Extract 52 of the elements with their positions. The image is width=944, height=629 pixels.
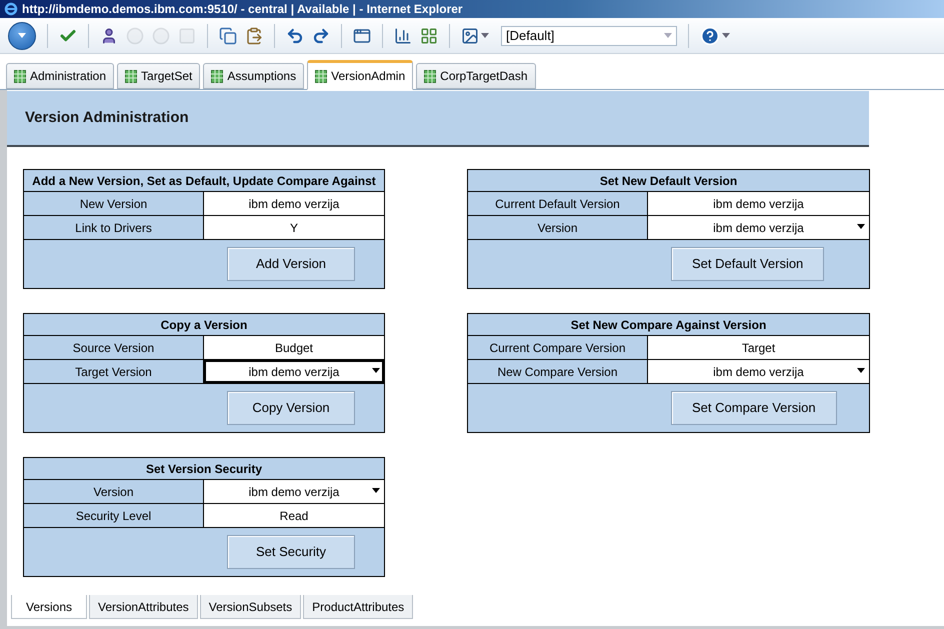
caret-icon [722,33,730,38]
dropdown-arrow-icon [372,368,380,373]
tab[interactable]: Assumptions [203,63,304,89]
caret-icon [664,33,672,38]
help-dropdown-button[interactable] [700,26,730,46]
dropdown-field[interactable]: ibm demo verzija [648,216,869,239]
view-select[interactable]: [Default] [501,26,677,46]
value-field[interactable]: Y [204,216,384,239]
sheet-tab[interactable]: Versions [11,595,88,619]
window-icon[interactable] [353,26,371,44]
sheet-tab[interactable]: VersionAttributes [89,595,198,619]
image-dropdown-button[interactable] [461,26,489,44]
copy-icon[interactable] [219,26,237,44]
value-field[interactable]: Target [648,336,869,359]
tab[interactable]: TargetSet [117,63,200,89]
dropdown-field[interactable]: ibm demo verzija [204,480,384,503]
dropdown-arrow-icon [372,488,380,493]
sheet-icon [315,70,328,82]
sheet-tab[interactable]: ProductAttributes [303,595,414,619]
action-button[interactable]: Add Version [227,247,355,281]
sheet-icon [125,70,138,82]
sheet-icon [211,70,224,82]
tab[interactable]: Administration [6,63,114,89]
redo-icon[interactable] [312,26,330,44]
value-field[interactable]: Read [204,504,384,527]
dropdown-arrow-icon [857,368,865,373]
menu-button[interactable] [8,22,36,50]
dropdown-field[interactable]: ibm demo verzija [204,360,384,383]
sheet-icon [424,70,436,82]
browser-logo-icon [4,2,18,16]
caret-icon [18,33,26,38]
action-button[interactable]: Set Security [227,535,355,569]
sheet-icon [14,70,26,82]
value-field[interactable]: ibm demo verzija [648,192,869,215]
undo-icon[interactable] [286,26,304,44]
tab[interactable]: VersionAdmin [307,60,414,90]
page-title: Version Administration [25,108,189,128]
window-title: http://ibmdemo.demos.ibm.com:9510/ - central | Available | - Internet Explorer [22,1,463,18]
action-button[interactable]: Set Default Version [671,247,824,281]
action-button[interactable]: Copy Version [227,391,355,425]
grid-icon[interactable] [420,26,438,44]
dropdown-arrow-icon [857,224,865,229]
dropdown-field[interactable]: ibm demo verzija [648,360,869,383]
value-field[interactable]: Budget [204,336,384,359]
value-field[interactable]: ibm demo verzija [204,192,384,215]
sheet-tab[interactable]: VersionSubsets [200,595,302,619]
tab[interactable]: CorpTargetDash [416,63,536,89]
user-icon[interactable] [100,26,118,44]
paste-icon[interactable] [245,26,263,44]
caret-icon [481,33,489,38]
action-button[interactable]: Set Compare Version [671,391,837,425]
chart-icon[interactable] [394,26,412,44]
